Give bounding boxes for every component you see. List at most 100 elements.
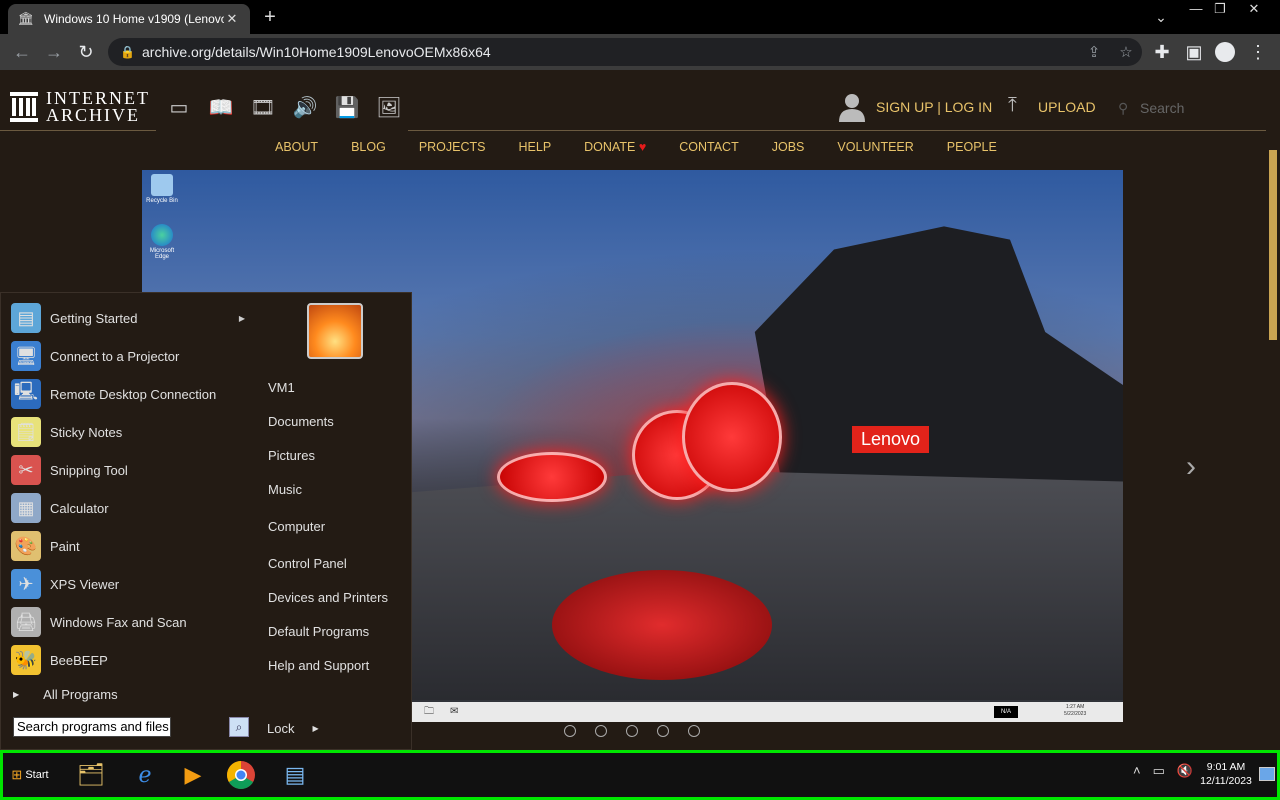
ia-logo[interactable]: INTERNET ARCHIVE bbox=[10, 89, 150, 125]
user-icon[interactable] bbox=[838, 92, 866, 122]
video-icon[interactable]: 🎞 bbox=[250, 95, 276, 121]
close-window-button[interactable]: ✕ bbox=[1240, 0, 1268, 18]
folder-icon[interactable]: 🗀 bbox=[424, 706, 436, 718]
upload-link[interactable]: UPLOAD bbox=[1038, 99, 1096, 115]
nav-volunteer[interactable]: VOLUNTEER bbox=[837, 140, 913, 154]
next-chevron-icon[interactable]: › bbox=[1186, 450, 1196, 484]
start-button[interactable]: ⊞ Start bbox=[5, 756, 55, 794]
chrome-logo bbox=[227, 761, 255, 789]
carousel-dot[interactable] bbox=[688, 725, 700, 737]
audio-icon[interactable]: 🔊 bbox=[292, 95, 318, 121]
nav-jobs[interactable]: JOBS bbox=[772, 140, 805, 154]
control-panel-icon[interactable]: ▤ bbox=[275, 757, 315, 793]
lock-icon: 🔒 bbox=[120, 45, 135, 59]
link-documents[interactable]: Documents bbox=[268, 414, 334, 429]
inner-taskbar: 🗀 ✉ N/A 1:27 AM 5/22/2023 bbox=[412, 702, 1123, 722]
tray-chevron-up-icon[interactable]: ˄ bbox=[1133, 763, 1141, 779]
ia-search-input[interactable]: ⚲ Search bbox=[1118, 98, 1268, 118]
taskbar-clock[interactable]: 9:01 AM 12/11/2023 bbox=[1199, 760, 1253, 788]
forward-button[interactable]: → bbox=[42, 40, 66, 64]
clock-time: 9:01 AM bbox=[1206, 761, 1246, 773]
address-bar[interactable]: 🔒 archive.org/details/Win10Home1909Lenov… bbox=[108, 38, 1142, 66]
media-player-icon[interactable]: ▶ bbox=[173, 757, 213, 793]
program-xps-viewer[interactable]: ✈ XPS Viewer bbox=[11, 567, 251, 601]
all-programs-button[interactable]: ▶ All Programs bbox=[11, 687, 118, 702]
software-icon[interactable]: 💾 bbox=[334, 95, 360, 121]
program-calculator[interactable]: ▦ Calculator bbox=[11, 491, 251, 525]
nav-contact[interactable]: CONTACT bbox=[679, 140, 739, 154]
edge-desktop-icon[interactable]: Microsoft Edge bbox=[142, 224, 182, 260]
light-swirl bbox=[497, 452, 607, 502]
tab-close-icon[interactable]: ✕ bbox=[224, 11, 240, 27]
images-icon[interactable]: 🖼 bbox=[376, 95, 402, 121]
new-tab-button[interactable]: + bbox=[258, 6, 282, 28]
lenovo-logo: Lenovo bbox=[852, 426, 929, 453]
nav-about[interactable]: ABOUT bbox=[275, 140, 318, 154]
nav-blog[interactable]: BLOG bbox=[351, 140, 386, 154]
program-sticky-notes[interactable]: 🗒 Sticky Notes bbox=[11, 415, 251, 449]
nav-projects[interactable]: PROJECTS bbox=[419, 140, 486, 154]
program-projector[interactable]: 🖥 Connect to a Projector bbox=[11, 339, 251, 373]
chevron-right-icon[interactable]: ▶ bbox=[312, 724, 318, 733]
search-button-icon[interactable]: ⌕ bbox=[229, 717, 249, 737]
program-label: Connect to a Projector bbox=[50, 348, 180, 364]
signup-login-link[interactable]: SIGN UP | LOG IN bbox=[876, 99, 992, 115]
web-icon[interactable]: ▭ bbox=[166, 95, 192, 121]
remote-desktop-icon: 🖳 bbox=[11, 379, 41, 409]
logo-line2: ARCHIVE bbox=[46, 105, 140, 125]
show-desktop-icon[interactable] bbox=[1259, 767, 1275, 781]
upload-icon[interactable]: ⤒ bbox=[1008, 94, 1028, 118]
link-devices-printers[interactable]: Devices and Printers bbox=[268, 590, 388, 605]
program-snipping-tool[interactable]: ✂ Snipping Tool bbox=[11, 453, 251, 487]
program-getting-started[interactable]: ▤ Getting Started ▶ bbox=[11, 301, 251, 335]
mail-icon[interactable]: ✉ bbox=[450, 706, 462, 718]
link-default-programs[interactable]: Default Programs bbox=[268, 624, 369, 639]
lock-button[interactable]: Lock ▶ bbox=[267, 717, 327, 739]
link-help-support[interactable]: Help and Support bbox=[268, 658, 369, 673]
texts-icon[interactable]: 📖 bbox=[208, 95, 234, 121]
recycle-bin-desktop-icon[interactable]: Recycle Bin bbox=[142, 174, 182, 204]
archive-favicon-icon: 🏛 bbox=[17, 11, 35, 26]
file-explorer-icon[interactable]: 🗂 bbox=[71, 757, 111, 793]
link-vm1[interactable]: VM1 bbox=[268, 380, 295, 395]
nav-donate[interactable]: DONATE ♥ bbox=[584, 140, 646, 154]
back-button[interactable]: ← bbox=[10, 40, 34, 64]
page-scrollbar[interactable] bbox=[1266, 150, 1280, 340]
internet-explorer-icon[interactable]: ℯ bbox=[125, 757, 165, 793]
divider bbox=[408, 130, 1266, 131]
nav-help[interactable]: HELP bbox=[519, 140, 552, 154]
program-remote-desktop[interactable]: 🖳 Remote Desktop Connection bbox=[11, 377, 251, 411]
link-pictures[interactable]: Pictures bbox=[268, 448, 315, 463]
program-paint[interactable]: 🎨 Paint bbox=[11, 529, 251, 563]
volume-muted-icon[interactable]: 🔇 bbox=[1177, 763, 1193, 779]
carousel-dot[interactable] bbox=[564, 725, 576, 737]
program-label: Getting Started bbox=[50, 310, 138, 326]
user-picture[interactable] bbox=[307, 303, 363, 359]
link-computer[interactable]: Computer bbox=[268, 519, 325, 534]
carousel-dot[interactable] bbox=[657, 725, 669, 737]
network-icon[interactable]: ▭ bbox=[1153, 763, 1165, 779]
nav-people[interactable]: PEOPLE bbox=[947, 140, 997, 154]
program-label: Snipping Tool bbox=[50, 462, 128, 478]
reload-button[interactable]: ↻ bbox=[74, 40, 98, 64]
tab-search-chevron-icon[interactable]: ⌄ bbox=[1150, 6, 1172, 28]
bookmark-star-icon[interactable]: ☆ bbox=[1110, 43, 1142, 61]
profile-avatar[interactable] bbox=[1215, 42, 1235, 62]
link-music[interactable]: Music bbox=[268, 482, 302, 497]
restore-button[interactable]: ❐ bbox=[1206, 0, 1234, 18]
snipping-tool-icon: ✂ bbox=[11, 455, 41, 485]
carousel-dot[interactable] bbox=[595, 725, 607, 737]
browser-tab[interactable]: 🏛 Windows 10 Home v1909 (Lenovo ✕ bbox=[8, 4, 250, 34]
chrome-icon[interactable] bbox=[221, 757, 261, 793]
start-search-input[interactable]: Search programs and files bbox=[13, 717, 171, 737]
extensions-icon[interactable]: ✚ bbox=[1150, 40, 1174, 64]
program-beebeep[interactable]: 🐝 BeeBEEP bbox=[11, 643, 251, 677]
program-fax-scan[interactable]: 🖨 Windows Fax and Scan bbox=[11, 605, 251, 639]
share-icon[interactable]: ⇪ bbox=[1078, 43, 1110, 61]
side-panel-icon[interactable]: ▣ bbox=[1182, 40, 1206, 64]
scrollbar-thumb[interactable] bbox=[1269, 150, 1277, 340]
link-control-panel[interactable]: Control Panel bbox=[268, 556, 347, 571]
inner-clock: 1:27 AM 5/22/2023 bbox=[1064, 704, 1086, 718]
menu-kebab-icon[interactable]: ⋮ bbox=[1246, 40, 1270, 64]
carousel-dot[interactable] bbox=[626, 725, 638, 737]
